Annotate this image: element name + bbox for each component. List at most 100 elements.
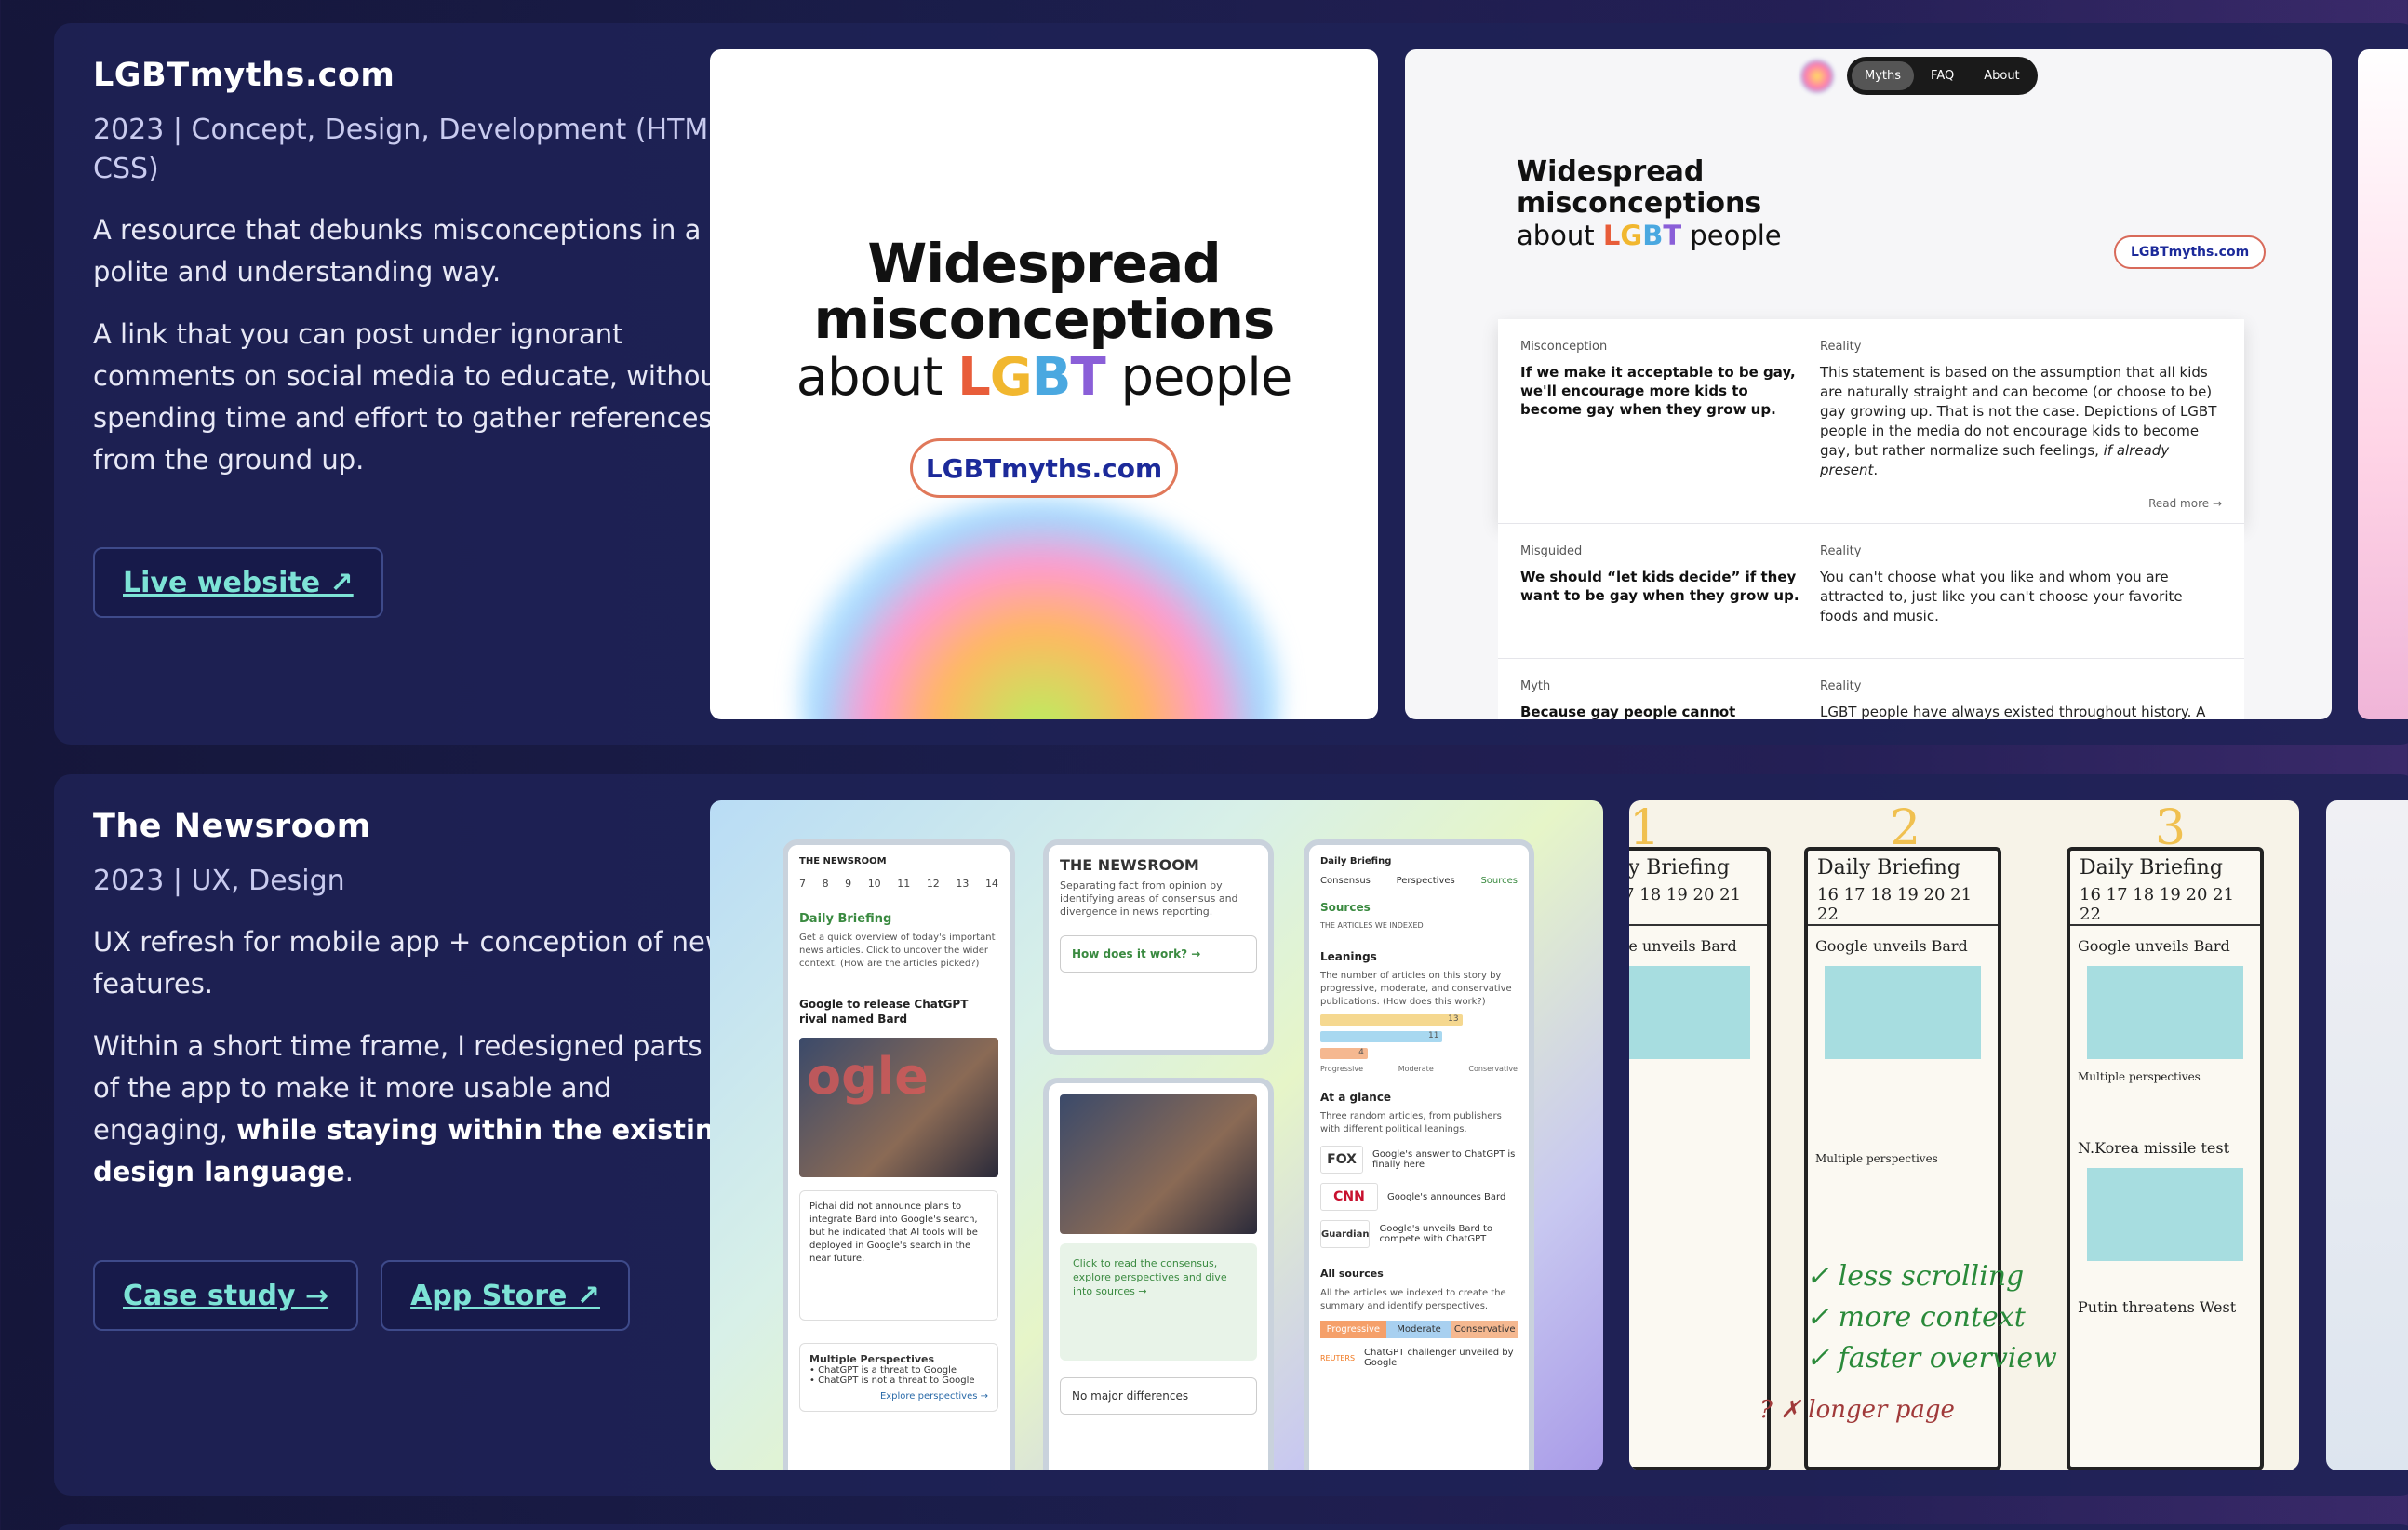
- hero-line2: misconceptions: [813, 288, 1276, 351]
- reality-text-end: .: [1873, 462, 1879, 478]
- live-website-button[interactable]: Live website ↗: [93, 547, 383, 618]
- date-item: 14: [984, 878, 998, 890]
- reality-text: You can't choose what you like and whom …: [1820, 569, 2183, 624]
- myth-text: We should “let kids decide” if they want…: [1520, 569, 1799, 604]
- letter-g: G: [1620, 220, 1643, 251]
- sketch-dates: 16 17 18 19 20 21 22: [1629, 885, 1767, 926]
- sketch-image: [2087, 1168, 2243, 1261]
- sketch-head-3: Putin threatens West: [2078, 1298, 2237, 1316]
- screenshot-partial[interactable]: [2358, 49, 2408, 719]
- date-item: 9: [845, 878, 852, 890]
- sketch-notes: ✓ less scrolling ✓ more context ✓ faster…: [1806, 1256, 2057, 1379]
- myth-row: Misguided We should “let kids decide” if…: [1498, 524, 2244, 659]
- project-card-next: [54, 1524, 2408, 1530]
- project-desc: UX refresh for mobile app + conception o…: [93, 926, 728, 1000]
- tab-progressive: Progressive: [1320, 1321, 1386, 1338]
- myth-col: Misguided We should “let kids decide” if…: [1520, 544, 1820, 638]
- screenshot-hero[interactable]: Widespread misconceptions about LGBT peo…: [710, 49, 1378, 719]
- how-it-works-button: How does it work? →: [1060, 935, 1257, 973]
- myths-table: Misconception If we make it acceptable t…: [1498, 319, 2244, 719]
- project-card-newsroom: The Newsroom 2023 | UX, Design UX refres…: [54, 774, 2408, 1496]
- top-nav: Myths FAQ About: [1800, 57, 2038, 95]
- bar-label: Moderate: [1398, 1065, 1434, 1073]
- nav-bar: Myths FAQ About: [1847, 57, 2038, 95]
- site-head-line1: Widespread: [1517, 155, 1705, 188]
- project-buttons: Case study → App Store ↗: [93, 1260, 630, 1331]
- leanings-bars: 13 11 4: [1320, 1014, 1518, 1059]
- image-text: ogle: [807, 1047, 929, 1106]
- letter-t: T: [1663, 220, 1682, 251]
- date-item: 8: [822, 878, 829, 890]
- hero-line1: Widespread: [867, 232, 1221, 295]
- project-desc-2: Within a short time frame, I redesigned …: [93, 1026, 735, 1193]
- myth-text: Because gay people cannot procreate, the…: [1520, 704, 1736, 719]
- site-heading: Widespread misconceptions about LGBT peo…: [1517, 155, 1782, 252]
- project-desc: A link that you can post under ignorant …: [93, 318, 729, 476]
- reality-col: Reality You can't choose what you like a…: [1820, 544, 2222, 638]
- note-longer: ? ✗ longer page: [1759, 1396, 1955, 1424]
- myth-row: Misconception If we make it acceptable t…: [1498, 319, 2244, 524]
- article-image: ogle: [799, 1038, 998, 1177]
- project-meta: 2023 | Concept, Design, Development (HTM…: [93, 114, 733, 185]
- case-study-button[interactable]: Case study →: [93, 1260, 359, 1331]
- bar-label: Conservative: [1468, 1065, 1518, 1073]
- guardian-logo: Guardian: [1320, 1220, 1371, 1248]
- screenshot-partial[interactable]: [2326, 800, 2408, 1470]
- sketch-head: Google unveils Bard: [2078, 937, 2230, 955]
- multi-a: • ChatGPT is a threat to Google: [809, 1365, 957, 1376]
- myth-row: Myth Because gay people cannot procreate…: [1498, 659, 2244, 719]
- screenshot-site[interactable]: Myths FAQ About Widespread misconception…: [1405, 49, 2332, 719]
- sketch-image: [1629, 966, 1750, 1059]
- lgbt-word: LGBT: [957, 347, 1106, 408]
- sketch-multi: Multiple perspectives: [2078, 1070, 2201, 1083]
- reality-label: Reality: [1820, 340, 1862, 354]
- letter-l: L: [1602, 220, 1621, 251]
- date-strip: 7 8 9 10 11 12 13 14: [799, 878, 998, 890]
- letter-b: B: [1031, 347, 1072, 408]
- project-meta: 2023 | UX, Design: [93, 865, 345, 897]
- sketch-dates: 16 17 18 19 20 21 22: [1808, 885, 1998, 926]
- note-line: ✓ faster overview: [1806, 1342, 2057, 1375]
- date-item: 10: [867, 878, 881, 890]
- tab-perspectives: Perspectives: [1396, 876, 1455, 886]
- note-line: ✓ more context: [1806, 1301, 2026, 1334]
- note-line: ✓ less scrolling: [1806, 1260, 2025, 1293]
- phone-briefing: THE NEWSROOM 7 8 9 10 11 12 13 14 Daily …: [783, 839, 1015, 1470]
- bar-moderate: 11: [1320, 1031, 1443, 1042]
- nav-myths: Myths: [1852, 61, 1915, 90]
- cnn-logo: CNN: [1320, 1183, 1378, 1211]
- phone-tabs: Consensus Perspectives Sources: [1320, 876, 1518, 886]
- project-desc: A resource that debunks misconceptions i…: [93, 214, 702, 288]
- article-image: [1060, 1094, 1257, 1234]
- site-head-line3: about LGBT people: [1517, 220, 1782, 251]
- app-store-button[interactable]: App Store ↗: [381, 1260, 630, 1331]
- project-card-lgbtmyths: LGBTmyths.com 2023 | Concept, Design, De…: [54, 23, 2408, 745]
- bar-label: Progressive: [1320, 1065, 1364, 1073]
- article-quote: Pichai did not announce plans to integra…: [799, 1190, 998, 1321]
- reality-label: Reality: [1820, 544, 1862, 558]
- reality-col: Reality LGBT people have always existed …: [1820, 679, 2222, 719]
- date-item: 13: [956, 878, 970, 890]
- sketch-frame-1: Daily Briefing 16 17 18 19 20 21 22 Goog…: [1629, 847, 1771, 1470]
- bar-progressive: 13: [1320, 1014, 1463, 1026]
- letter-t: T: [1070, 347, 1105, 408]
- project-title: LGBTmyths.com: [93, 57, 395, 94]
- sketch-head: Google unveils Bard: [1629, 937, 1737, 955]
- multi-b: • ChatGPT is not a threat to Google: [809, 1376, 975, 1386]
- date-item: 11: [897, 878, 911, 890]
- tab-moderate: Moderate: [1385, 1321, 1452, 1338]
- date-item: 7: [799, 878, 806, 890]
- myth-col: Myth Because gay people cannot procreate…: [1520, 679, 1820, 719]
- date-item: 12: [926, 878, 940, 890]
- phone-onboarding: THE NEWSROOM Separating fact from opinio…: [1043, 839, 1274, 1055]
- screenshot-sketches[interactable]: 1 2 3 Daily Briefing 16 17 18 19 20 21 2…: [1629, 800, 2299, 1470]
- sketch-frame-3: Daily Briefing 16 17 18 19 20 21 22 Goog…: [2067, 847, 2264, 1470]
- myth-label: Misguided: [1520, 544, 1583, 558]
- site-pill-small: LGBTmyths.com: [2114, 235, 2267, 269]
- source-row: Guardian Google's unveils Bard to compete…: [1320, 1220, 1518, 1248]
- newsroom-logo: THE NEWSROOM: [1060, 856, 1199, 874]
- source-title: Google's answer to ChatGPT is finally he…: [1372, 1149, 1516, 1170]
- nav-faq: FAQ: [1931, 69, 1955, 83]
- screenshot-app-screens[interactable]: THE NEWSROOM 7 8 9 10 11 12 13 14 Daily …: [710, 800, 1603, 1470]
- site-head-line2: misconceptions: [1517, 187, 1762, 220]
